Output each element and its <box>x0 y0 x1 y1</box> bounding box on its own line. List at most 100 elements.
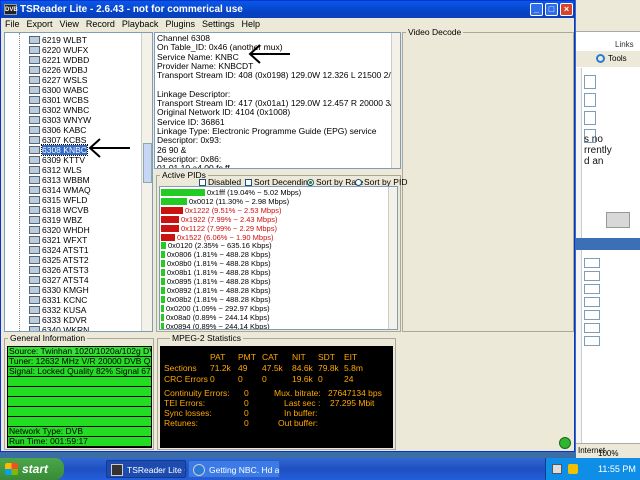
channel-item[interactable]: 6221 WDBD <box>29 55 89 65</box>
channel-item[interactable]: 6332 KUSA <box>29 305 86 315</box>
crc-errors-value: 0 <box>262 374 267 384</box>
channel-item[interactable]: 6320 WHDH <box>29 225 90 235</box>
channel-item[interactable]: 6331 KCNC <box>29 295 87 305</box>
channel-item[interactable]: 6306 KABC <box>29 125 86 135</box>
menu-plugins[interactable]: Plugins <box>161 18 198 31</box>
info-panel-scrollbar[interactable] <box>391 33 400 168</box>
tv-channel-icon <box>29 176 40 184</box>
general-info-line: Run Time: 001:59:17 <box>8 437 151 446</box>
pid-row[interactable]: 0x08a0 (0.89% ~ 244.14 Kbps) <box>161 313 270 322</box>
browser-text-fragment: s no rrently d an <box>584 134 612 167</box>
channel-item[interactable]: 6301 WCBS <box>29 95 89 105</box>
maximize-button[interactable]: □ <box>545 3 558 16</box>
channel-label: 6220 WUFX <box>42 45 89 55</box>
general-info-line <box>8 377 151 386</box>
menu-export[interactable]: Export <box>23 18 56 31</box>
channel-item[interactable]: 6303 WNYW <box>29 115 91 125</box>
channel-item[interactable]: 6302 WNBC <box>29 105 89 115</box>
speaker-icon[interactable] <box>568 464 578 474</box>
scrollbar-thumb[interactable] <box>143 143 152 183</box>
pid-row[interactable]: 0x08b2 (1.81% ~ 488.28 Kbps) <box>161 295 271 304</box>
minimize-button[interactable]: _ <box>530 3 543 16</box>
pid-rate-bar <box>161 304 164 312</box>
channel-item[interactable]: 6330 KMGH <box>29 285 89 295</box>
channel-item[interactable]: 6324 ATST1 <box>29 245 89 255</box>
close-button[interactable]: × <box>560 3 573 16</box>
network-icon[interactable] <box>552 464 562 474</box>
channel-item[interactable]: 6326 ATST3 <box>29 265 89 275</box>
active-pids-group: Active PIDs Disabled Sort Decending Sort… <box>156 170 407 332</box>
pid-row[interactable]: 0x0200 (1.09% ~ 292.97 Kbps) <box>161 304 270 313</box>
pid-row[interactable]: 0x0892 (1.81% ~ 488.28 Kbps) <box>161 286 271 295</box>
video-decode-label: Video Decode <box>406 27 464 37</box>
pid-row[interactable]: 0x08b0 (1.81% ~ 488.28 Kbps) <box>161 259 271 268</box>
general-info-panel: Source: Twinhan 1020/1020a/102g DVB-STun… <box>7 346 152 448</box>
channel-item[interactable]: 6312 WLS <box>29 165 82 175</box>
tv-channel-icon <box>29 136 40 144</box>
start-button[interactable]: start <box>0 458 64 480</box>
channel-item[interactable]: 6226 WDBJ <box>29 65 87 75</box>
pid-row[interactable]: 0x0895 (1.81% ~ 488.28 Kbps) <box>161 277 271 286</box>
channel-item[interactable]: 6315 WFLD <box>29 195 87 205</box>
channel-label: 6300 WABC <box>42 85 89 95</box>
pid-row[interactable]: 0x0806 (1.81% ~ 488.28 Kbps) <box>161 250 271 259</box>
channel-item[interactable]: 6318 WCVB <box>29 205 89 215</box>
gear-icon[interactable] <box>596 54 605 63</box>
general-info-line: Signal: Locked Quality 82% Signal 67% <box>8 367 151 376</box>
channel-item[interactable]: 6321 WFXT <box>29 235 87 245</box>
menu-record[interactable]: Record <box>82 18 118 31</box>
info-line: Transport Stream ID: 408 (0x0198) 129.0W… <box>157 70 401 81</box>
channel-item[interactable]: 6307 KCBS <box>29 135 86 145</box>
mail-icon[interactable] <box>606 212 630 228</box>
menu-help[interactable]: Help <box>238 18 264 31</box>
channel-item[interactable]: 6319 WBZ <box>29 215 82 225</box>
tv-channel-icon <box>29 286 40 294</box>
menu-settings[interactable]: Settings <box>198 18 238 31</box>
channel-item[interactable]: 6308 KNBC <box>29 144 88 156</box>
clock[interactable]: 11:55 PM <box>598 458 636 480</box>
pid-rate-bar <box>161 189 205 196</box>
pid-row[interactable]: 0x08b1 (1.81% ~ 488.28 Kbps) <box>161 268 271 277</box>
channel-item[interactable]: 6300 WABC <box>29 85 88 95</box>
channel-tree-scrollbar[interactable] <box>141 33 152 331</box>
channel-label: 6331 KCNC <box>42 295 88 305</box>
pid-row[interactable]: 0x1122 (7.99% ~ 2.29 Mbps) <box>161 224 277 233</box>
channel-item[interactable]: 6314 WMAQ <box>29 185 91 195</box>
crc-errors-value: 24 <box>344 374 354 384</box>
title-bar[interactable]: DVB TSReader Lite - 2.6.43 - not for com… <box>1 1 574 18</box>
pid-list-scrollbar[interactable] <box>388 187 397 329</box>
channel-label: 6321 WFXT <box>42 235 88 245</box>
menu-file[interactable]: File <box>1 18 23 31</box>
general-info-line <box>8 397 151 406</box>
pid-row[interactable]: 0x1522 (6.06% ~ 1.90 Mbps) <box>161 233 274 242</box>
channel-item[interactable]: 6309 KTTV <box>29 155 85 165</box>
channel-item[interactable]: 6325 ATST2 <box>29 255 89 265</box>
crc-errors-value: 0 <box>238 374 243 384</box>
menu-view[interactable]: View <box>56 18 82 31</box>
channel-item[interactable]: 6219 WLBT <box>29 35 87 45</box>
menu-playback[interactable]: Playback <box>118 18 162 31</box>
pid-row[interactable]: 0x1fff (19.04% ~ 5.02 Mbps) <box>161 188 301 197</box>
channel-item[interactable]: 6220 WUFX <box>29 45 88 55</box>
taskbar-item-browser[interactable]: Getting NBC. Hd and ... <box>188 460 280 478</box>
pid-row[interactable]: 0x0120 (2.35% ~ 635.16 Kbps) <box>161 241 272 250</box>
pid-row[interactable]: 0x1222 (9.51% ~ 2.53 Mbps) <box>161 206 282 215</box>
channel-item[interactable]: 6333 KDVR <box>29 315 87 325</box>
app-icon[interactable]: DVB <box>4 4 18 15</box>
channel-item[interactable]: 6313 WBBM <box>29 175 90 185</box>
channel-item[interactable]: 6327 ATST4 <box>29 275 89 285</box>
browser-tools-menu[interactable]: Tools <box>608 54 627 63</box>
zoom-level[interactable]: 100% <box>598 449 618 458</box>
pid-row[interactable]: 0x0894 (0.89% ~ 244.14 Kbps) <box>161 322 270 329</box>
tv-channel-icon <box>29 96 40 104</box>
taskbar-item-tsreader[interactable]: TSReader Lite ~ 2.6.... <box>106 460 186 478</box>
left-arrow-annotation-2 <box>248 44 290 64</box>
pid-row[interactable]: 0x0012 (11.30% ~ 2.98 Mbps) <box>161 197 289 206</box>
channel-item[interactable]: 6340 WKRN <box>29 325 89 331</box>
background-browser-window: Links Tools s no rrently d an Internet <box>576 0 640 458</box>
channel-tree[interactable]: 6219 WLBT 6220 WUFX 6221 WDBD 6226 WDBJ 6227… <box>4 32 153 332</box>
browser-links-label[interactable]: Links <box>615 40 634 49</box>
pid-row[interactable]: 0x1922 (7.99% ~ 2.43 Mbps) <box>161 215 278 224</box>
pid-list[interactable]: 0x1fff (19.04% ~ 5.02 Mbps) 0x0012 (11.30… <box>159 186 398 330</box>
channel-item[interactable]: 6227 WSLS <box>29 75 87 85</box>
